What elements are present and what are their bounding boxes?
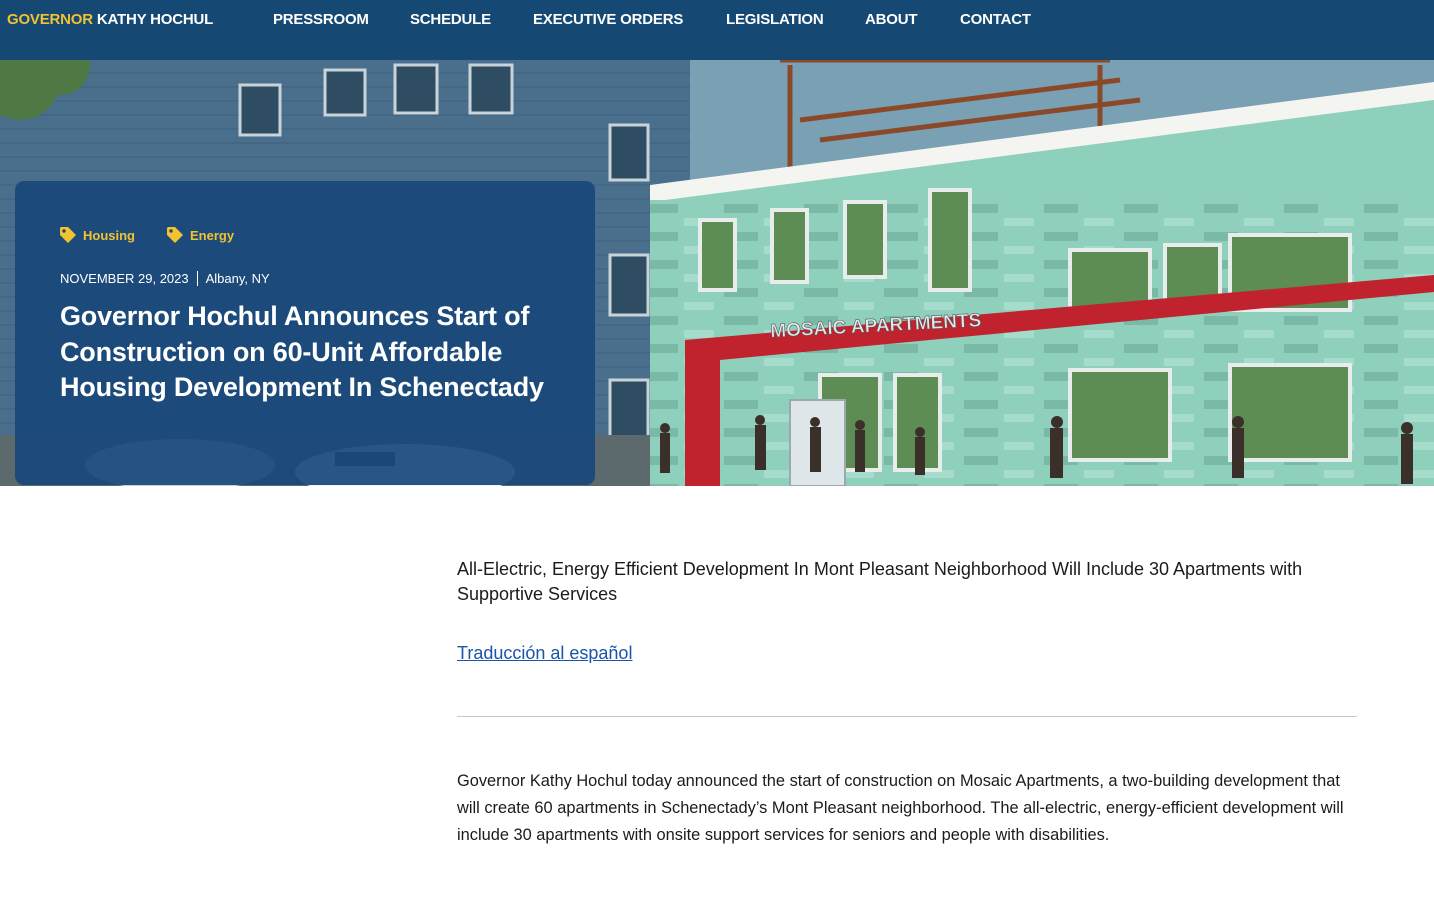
- brand-title-highlight: GOVERNOR: [7, 11, 93, 28]
- translation-link[interactable]: Traducción al español: [457, 643, 632, 664]
- dateline-location: Albany, NY: [205, 271, 270, 286]
- nav-link-about[interactable]: ABOUT: [865, 11, 918, 28]
- nav-link-schedule[interactable]: SCHEDULE: [410, 11, 491, 28]
- tag-label: Energy: [190, 228, 235, 243]
- tag-icon: [167, 227, 183, 243]
- article-meta: NOVEMBER 29, 2023 Albany, NY: [60, 271, 270, 286]
- nav-link-legislation[interactable]: LEGISLATION: [726, 11, 824, 28]
- hero-banner: MOSAIC APARTMENTS Housing Energy NOVEMBE…: [0, 60, 1434, 486]
- article-header-card: Housing Energy NOVEMBER 29, 2023 Albany, …: [15, 181, 595, 485]
- tag-label: Housing: [83, 228, 135, 243]
- publish-date: NOVEMBER 29, 2023: [60, 271, 189, 286]
- content-divider: [457, 716, 1357, 717]
- article-paragraph: Governor Kathy Hochul today announced th…: [457, 772, 1344, 844]
- article-subtitle: All-Electric, Energy Efficient Developme…: [457, 559, 1303, 604]
- top-navigation: GOVERNOR KATHY HOCHUL PRESSROOM SCHEDULE…: [0, 0, 1434, 60]
- article-headline: Governor Hochul Announces Start of Const…: [60, 301, 544, 402]
- nav-link-pressroom[interactable]: PRESSROOM: [273, 11, 369, 28]
- site-brand[interactable]: GOVERNOR KATHY HOCHUL: [7, 11, 213, 28]
- meta-divider: [196, 271, 198, 286]
- nav-link-contact[interactable]: CONTACT: [960, 11, 1031, 28]
- tag-icon: [60, 227, 76, 243]
- brand-title-name: KATHY HOCHUL: [96, 11, 214, 28]
- nav-link-executive-orders[interactable]: EXECUTIVE ORDERS: [533, 11, 683, 28]
